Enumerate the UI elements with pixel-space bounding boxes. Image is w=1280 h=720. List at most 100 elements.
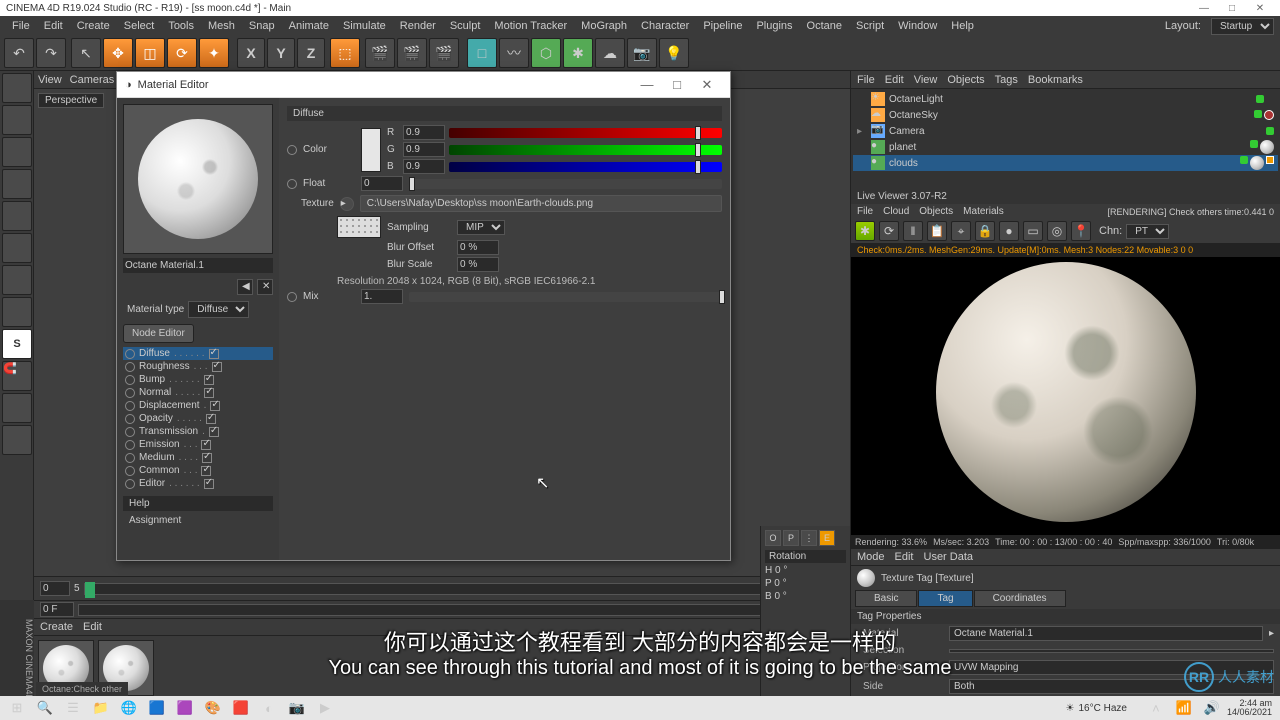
y-axis-toggle[interactable]: Y [267,38,295,68]
mix-field[interactable] [361,289,403,304]
edge-mode[interactable] [2,201,32,231]
menu-tools[interactable]: Tools [162,18,200,34]
menu-file[interactable]: File [6,18,36,34]
coord-btn-4[interactable]: E [819,530,835,546]
render-region[interactable]: 🎬 [397,38,427,68]
b-field[interactable] [403,159,445,174]
assignment-label[interactable]: Assignment [123,513,273,528]
lv-refresh[interactable]: ⟳ [879,221,899,241]
attr-menu-userdata[interactable]: User Data [924,551,974,563]
menu-mograph[interactable]: MoGraph [575,18,633,34]
texture-path[interactable]: C:\Users\Nafay\Desktop\ss moon\Earth-clo… [360,195,722,212]
locked-workplane[interactable] [2,425,32,455]
minimize-button[interactable]: — [1190,3,1218,14]
channel-emission[interactable]: Emission . . . [123,438,273,451]
texture-arrow[interactable]: ▸ [340,197,354,211]
color-enable[interactable] [287,145,297,155]
menu-octane[interactable]: Octane [801,18,848,34]
lv-clipboard[interactable]: 📋 [927,221,947,241]
maximize-button[interactable]: □ [1218,3,1246,14]
r-field[interactable] [403,125,445,140]
lv-pin[interactable]: 📍 [1071,221,1091,241]
vmenu-view[interactable]: View [38,74,62,86]
taskbar-app5[interactable]: ▶ [312,698,338,718]
menu-plugins[interactable]: Plugins [750,18,798,34]
obj-menu-tags[interactable]: Tags [995,74,1018,86]
matmgr-edit[interactable]: Edit [83,621,102,633]
lv-region[interactable]: ▭ [1023,221,1043,241]
snap-toggle[interactable]: S [2,329,32,359]
lv-sphere[interactable]: ● [999,221,1019,241]
object-clouds[interactable]: ●clouds [853,155,1278,171]
workplane-toggle[interactable] [2,393,32,423]
layout-select[interactable]: Startup [1211,18,1274,35]
render-view[interactable]: 🎬 [365,38,395,68]
attr-material-arrow[interactable]: ▸ [1269,628,1274,639]
g-slider[interactable] [449,145,722,155]
object-octanelight[interactable]: ☀OctaneLight [853,91,1278,107]
channel-roughness[interactable]: Roughness . . . [123,360,273,373]
material-preview[interactable] [123,104,273,254]
z-axis-toggle[interactable]: Z [297,38,325,68]
timeline-start[interactable] [40,581,70,596]
liveviewer-viewport[interactable] [851,257,1280,535]
taskbar-clock[interactable]: 2:44 am14/06/2021 [1227,699,1276,717]
taskbar-c4d[interactable]: ◐ [256,698,282,718]
lv-pause[interactable]: ‖ [903,221,923,241]
taskview-button[interactable]: ☰ [60,698,86,718]
lv-menu-materials[interactable]: Materials [963,206,1004,217]
coord-btn-3[interactable]: ⋮ [801,530,817,546]
mix-enable[interactable] [287,292,297,302]
sampling-select[interactable]: MIP [457,220,505,235]
material-name-field[interactable]: Octane Material.1 [123,258,273,273]
material-type-select[interactable]: Diffuse [188,301,249,318]
weather-widget[interactable]: ☀ 16°C Haze [1066,703,1127,714]
menu-animate[interactable]: Animate [283,18,335,34]
workplane-mode[interactable] [2,137,32,167]
axis-mode[interactable] [2,265,32,295]
select-tool[interactable]: ↖ [71,38,101,68]
move-tool[interactable]: ✥ [103,38,133,68]
texture-mode[interactable] [2,105,32,135]
coord-btn-1[interactable]: O [765,530,781,546]
attr-tab-basic[interactable]: Basic [855,590,917,607]
channel-diffuse[interactable]: Diffuse . . . . . . [123,347,273,360]
menu-snap[interactable]: Snap [243,18,281,34]
attr-selection-field[interactable] [949,649,1274,653]
float-field[interactable] [361,176,403,191]
close-button[interactable]: ✕ [1246,3,1274,14]
menu-script[interactable]: Script [850,18,890,34]
object-camera[interactable]: ▸📷Camera [853,123,1278,139]
spline-tool[interactable]: 〰 [499,38,529,68]
taskbar-explorer[interactable]: 📁 [88,698,114,718]
channel-bump[interactable]: Bump . . . . . . [123,373,273,386]
taskbar-chrome[interactable]: 🌐 [116,698,142,718]
attr-menu-mode[interactable]: Mode [857,551,885,563]
menu-window[interactable]: Window [892,18,943,34]
channel-transmission[interactable]: Transmission . [123,425,273,438]
texture-thumbnail[interactable] [337,216,381,238]
blur-offset-field[interactable] [457,240,499,255]
color-swatch[interactable] [361,128,381,172]
channel-editor[interactable]: Editor . . . . . . [123,477,273,490]
deformer-tool[interactable]: ✱ [563,38,593,68]
channel-common[interactable]: Common . . . [123,464,273,477]
scale-tool[interactable]: ◫ [135,38,165,68]
object-planet[interactable]: ●planet [853,139,1278,155]
menu-mesh[interactable]: Mesh [202,18,241,34]
timeline[interactable]: 5 90 [34,577,850,601]
coord-system[interactable]: ⬚ [330,38,360,68]
magnet-toggle[interactable]: 🧲 [2,361,32,391]
channel-opacity[interactable]: Opacity . . . . . [123,412,273,425]
lv-menu-file[interactable]: File [857,206,873,217]
tray-sound[interactable]: 🔊 [1199,698,1225,718]
menu-edit[interactable]: Edit [38,18,69,34]
generator-tool[interactable]: ⬡ [531,38,561,68]
object-octanesky[interactable]: ☁OctaneSky [853,107,1278,123]
taskbar-app3[interactable]: 🟥 [228,698,254,718]
menu-render[interactable]: Render [394,18,442,34]
environment-tool[interactable]: ☁ [595,38,625,68]
lv-lock[interactable]: 🔒 [975,221,995,241]
polygon-mode[interactable] [2,233,32,263]
point-mode[interactable] [2,169,32,199]
